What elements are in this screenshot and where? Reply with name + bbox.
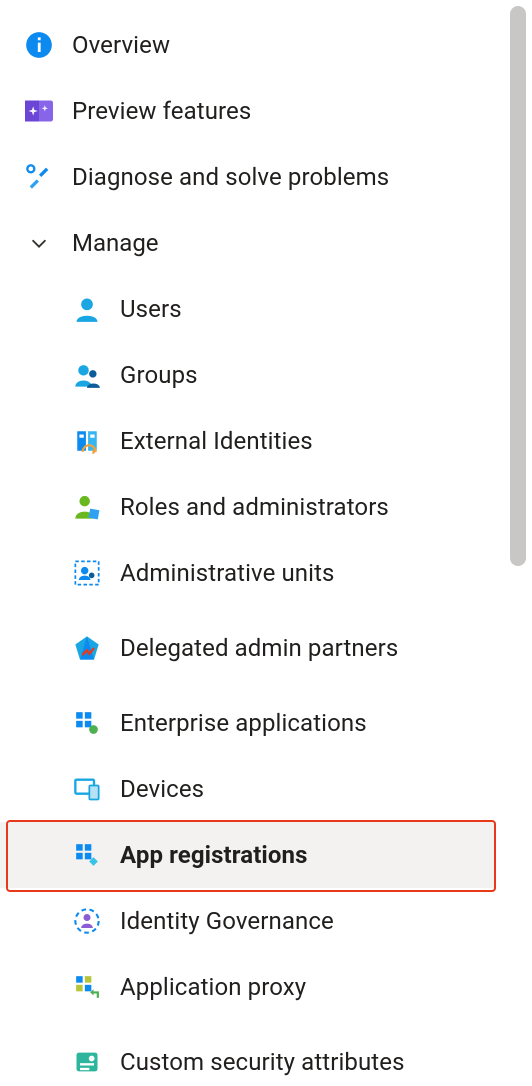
sparkle-icon (24, 96, 54, 126)
sidebar-item-label: Application proxy (120, 972, 306, 1002)
sidebar-item-delegated-partners[interactable]: Delegated admin partners (0, 606, 496, 690)
sidebar-item-label: Enterprise applications (120, 708, 367, 738)
sidebar-item-label: Groups (120, 360, 198, 390)
sidebar-item-application-proxy[interactable]: Application proxy (0, 954, 496, 1020)
sidebar-item-overview[interactable]: Overview (0, 12, 496, 78)
sidebar-item-label: Diagnose and solve problems (72, 162, 389, 192)
viewport: Overview Preview features (0, 0, 532, 1086)
sidebar-item-label: Delegated admin partners (120, 633, 398, 663)
sidebar-item-label: App registrations (120, 840, 308, 870)
sidebar-item-label: Administrative units (120, 558, 335, 588)
sidebar-item-label: Overview (72, 30, 170, 60)
sidebar-item-label: Roles and administrators (120, 492, 389, 522)
sidebar-item-groups[interactable]: Groups (0, 342, 496, 408)
app-registrations-icon (72, 840, 102, 870)
enterprise-apps-icon (72, 708, 102, 738)
sidebar-nav: Overview Preview features (0, 0, 496, 1086)
sidebar-item-roles[interactable]: Roles and administrators (0, 474, 496, 540)
security-attr-icon (72, 1047, 102, 1077)
sidebar-item-label: Preview features (72, 96, 251, 126)
sidebar-item-preview-features[interactable]: Preview features (0, 78, 496, 144)
identity-governance-icon (72, 906, 102, 936)
admin-units-icon (72, 558, 102, 588)
sidebar-item-custom-security[interactable]: Custom security attributes (0, 1020, 496, 1086)
partner-icon (72, 633, 102, 663)
sidebar-item-label: Custom security attributes (120, 1047, 405, 1077)
sidebar-item-label: Users (120, 294, 182, 324)
user-icon (72, 294, 102, 324)
admin-icon (72, 492, 102, 522)
info-icon (24, 30, 54, 60)
sidebar-section-manage[interactable]: Manage (0, 210, 496, 276)
scrollbar-thumb[interactable] (510, 6, 526, 566)
sidebar-item-enterprise-apps[interactable]: Enterprise applications (0, 690, 496, 756)
group-icon (72, 360, 102, 390)
sidebar-item-devices[interactable]: Devices (0, 756, 496, 822)
sidebar-section-label: Manage (72, 229, 159, 257)
sidebar-item-users[interactable]: Users (0, 276, 496, 342)
app-proxy-icon (72, 972, 102, 1002)
vertical-scrollbar[interactable] (508, 0, 528, 1086)
sidebar-item-label: Devices (120, 774, 204, 804)
sidebar-item-label: External Identities (120, 426, 313, 456)
devices-icon (72, 774, 102, 804)
sidebar-item-label: Identity Governance (120, 906, 334, 936)
sidebar-item-external-identities[interactable]: External Identities (0, 408, 496, 474)
sidebar-item-identity-governance[interactable]: Identity Governance (0, 888, 496, 954)
wrench-icon (24, 162, 54, 192)
sidebar-item-app-registrations[interactable]: App registrations (0, 822, 496, 888)
external-identities-icon (72, 426, 102, 456)
sidebar-item-admin-units[interactable]: Administrative units (0, 540, 496, 606)
chevron-down-icon (24, 228, 54, 258)
sidebar-item-diagnose[interactable]: Diagnose and solve problems (0, 144, 496, 210)
